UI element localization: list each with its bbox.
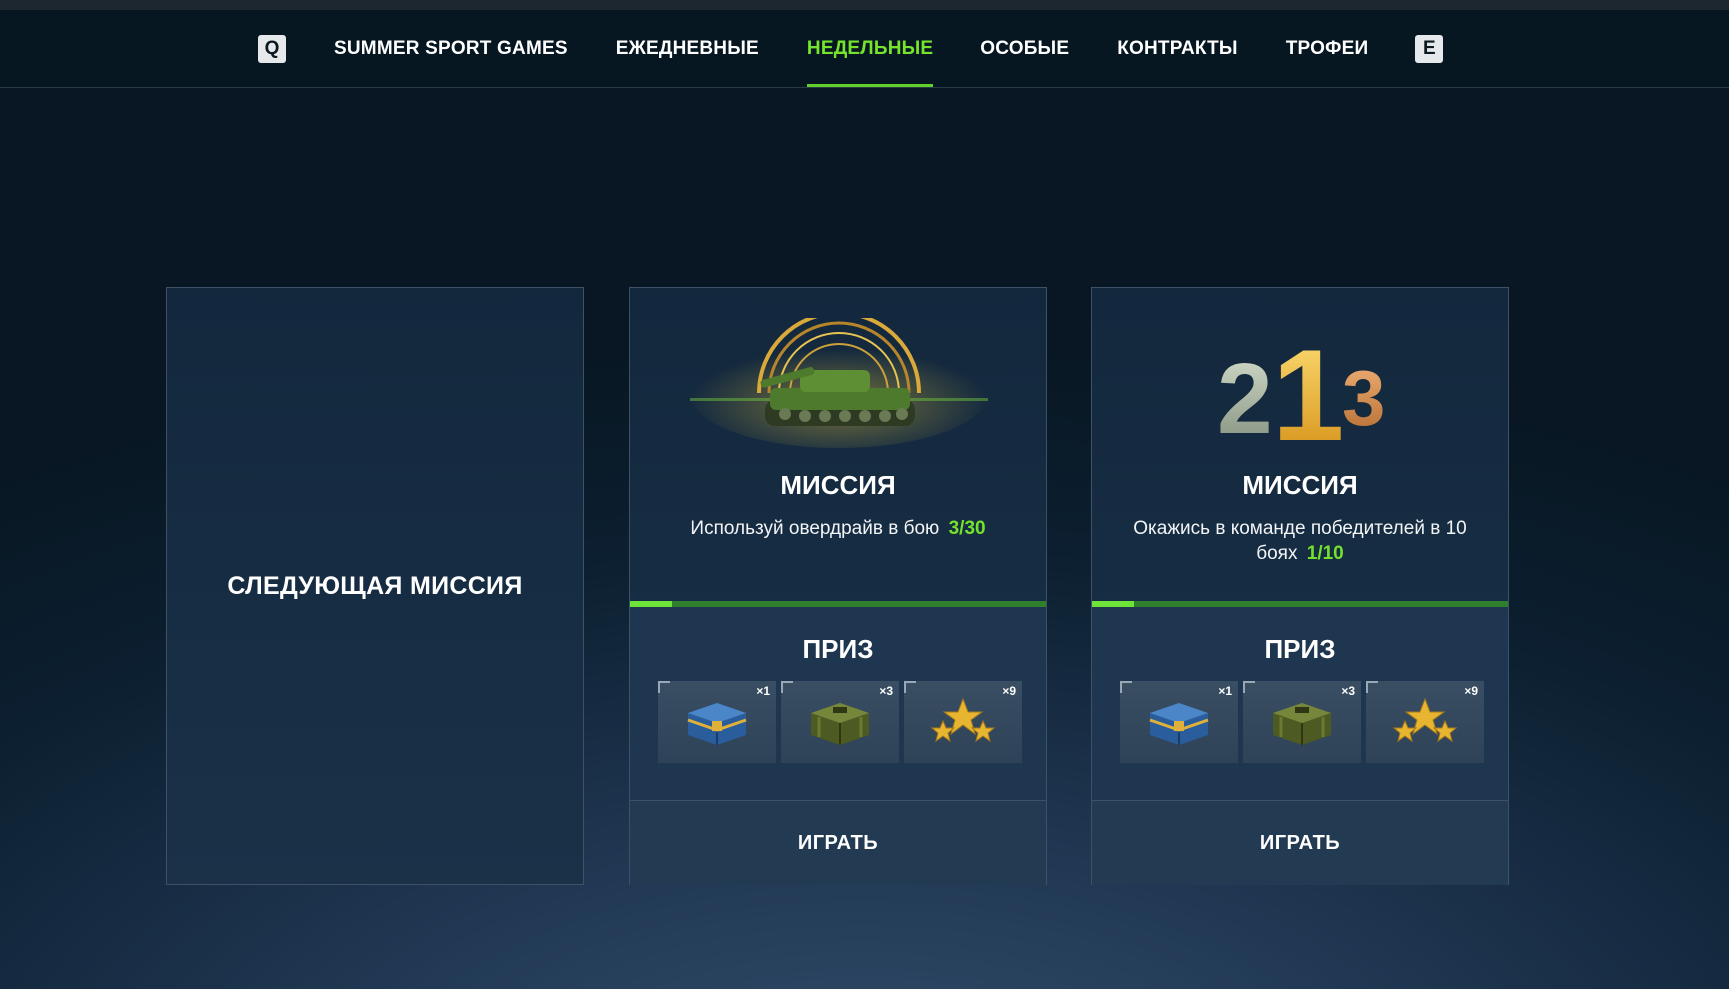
- blue-container-icon: [1149, 703, 1209, 745]
- mission-description: Окажись в команде победителей в 10 боях …: [1122, 516, 1478, 566]
- podium-ranks-icon: 2 1 3: [1092, 318, 1508, 468]
- mission-tabs-bar: Q SUMMER SPORT GAMES ЕЖЕДНЕВНЫЕ НЕДЕЛЬНЫ…: [0, 10, 1729, 88]
- prize-qty: ×3: [1341, 684, 1355, 698]
- play-button[interactable]: ИГРАТЬ: [1092, 800, 1508, 885]
- prize-item[interactable]: ×1: [658, 681, 776, 763]
- tab-daily[interactable]: ЕЖЕДНЕВНЫЕ: [616, 10, 759, 87]
- stars-icon: [1392, 697, 1458, 743]
- prize-qty: ×9: [1464, 684, 1478, 698]
- mission-progress-text: 3/30: [948, 518, 986, 539]
- play-button[interactable]: ИГРАТЬ: [630, 800, 1046, 885]
- prize-section: ПРИЗ ×1 ×3 ×9: [1092, 607, 1508, 800]
- tab-weekly[interactable]: НЕДЕЛЬНЫЕ: [806, 10, 934, 87]
- next-mission-card: СЛЕДУЮЩАЯ МИССИЯ: [166, 287, 584, 885]
- prize-title: ПРИЗ: [802, 634, 874, 664]
- mission-card: МИССИЯ Используй овердрайв в бою 3/30 ПР…: [629, 287, 1047, 885]
- prize-qty: ×1: [1218, 684, 1232, 698]
- prize-section: ПРИЗ ×1 ×3 ×9: [630, 607, 1046, 800]
- svg-text:1: 1: [1272, 322, 1344, 453]
- tab-contracts[interactable]: КОНТРАКТЫ: [1117, 10, 1238, 87]
- stars-icon: [930, 697, 996, 743]
- svg-text:2: 2: [1217, 343, 1273, 453]
- prize-item[interactable]: ×1: [1120, 681, 1238, 763]
- tank-overdrive-icon: [630, 311, 1046, 453]
- mission-title: МИССИЯ: [780, 470, 896, 500]
- prev-tab-key[interactable]: Q: [258, 34, 286, 63]
- prize-qty: ×1: [756, 684, 770, 698]
- prize-qty: ×3: [879, 684, 893, 698]
- prize-item[interactable]: ×9: [1366, 681, 1484, 763]
- prize-list: ×1 ×3 ×9: [658, 681, 1022, 763]
- mission-title: МИССИЯ: [1242, 470, 1358, 500]
- mission-description-text: Окажись в команде победителей в 10 боях: [1133, 518, 1467, 564]
- svg-text:3: 3: [1342, 354, 1385, 442]
- prize-list: ×1 ×3 ×9: [1120, 681, 1484, 763]
- next-mission-label: СЛЕДУЮЩАЯ МИССИЯ: [227, 571, 523, 600]
- top-border: [0, 0, 1729, 10]
- mission-progress-text: 1/10: [1306, 543, 1344, 564]
- prize-item[interactable]: ×9: [904, 681, 1022, 763]
- mission-description: Используй овердрайв в бою 3/30: [660, 516, 1016, 541]
- blue-container-icon: [687, 703, 747, 745]
- next-tab-key[interactable]: E: [1415, 34, 1444, 63]
- prize-qty: ×9: [1002, 684, 1016, 698]
- tab-trophies[interactable]: ТРОФЕИ: [1286, 10, 1369, 87]
- prize-item[interactable]: ×3: [781, 681, 899, 763]
- tab-special[interactable]: ОСОБЫЕ: [980, 10, 1069, 87]
- tab-summer-sport-games[interactable]: SUMMER SPORT GAMES: [334, 10, 568, 87]
- prize-item[interactable]: ×3: [1243, 681, 1361, 763]
- mission-card: 2 1 3 МИССИЯ Окажись в команде победител…: [1091, 287, 1509, 885]
- green-container-icon: [811, 703, 869, 745]
- green-container-icon: [1273, 703, 1331, 745]
- prize-title: ПРИЗ: [1264, 634, 1336, 664]
- mission-header: 2 1 3 МИССИЯ Окажись в команде победител…: [1092, 288, 1508, 601]
- mission-header: МИССИЯ Используй овердрайв в бою 3/30: [630, 288, 1046, 601]
- mission-description-text: Используй овердрайв в бою: [690, 518, 940, 539]
